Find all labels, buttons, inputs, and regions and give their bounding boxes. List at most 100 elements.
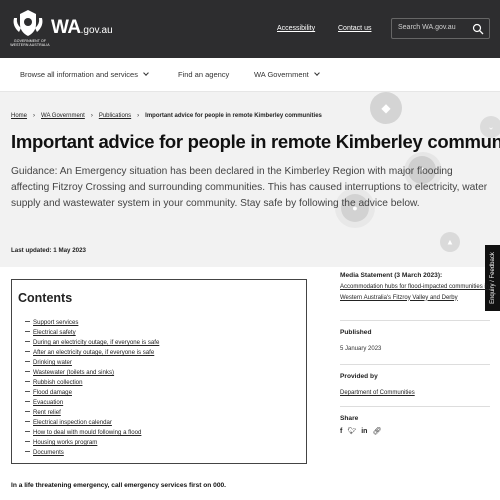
dash-icon: [25, 371, 30, 372]
list-item: Wastewater (toilets and sinks): [25, 368, 159, 378]
list-item: During an electricity outage, if everyon…: [25, 338, 159, 348]
dash-icon: [25, 391, 30, 392]
toc-link[interactable]: During an electricity outage, if everyon…: [33, 339, 159, 346]
toc-link[interactable]: Housing works program: [33, 439, 97, 446]
dash-icon: [25, 451, 30, 452]
last-updated: Last updated: 1 May 2023: [11, 247, 86, 254]
wa-government-crest-logo[interactable]: GOVERNMENT OF WESTERN AUSTRALIA: [10, 8, 50, 48]
chevron-down-icon: [313, 70, 320, 76]
dash-icon: [25, 321, 30, 322]
published-date: 5 January 2023: [340, 346, 382, 352]
twitter-icon[interactable]: 🐦︎: [347, 428, 356, 435]
toc-link[interactable]: Wastewater (toilets and sinks): [33, 369, 114, 376]
toc-link[interactable]: Rubbish collection: [33, 379, 82, 386]
crest-icon: [13, 10, 43, 36]
nav-wa-government-label: WA Government: [254, 70, 309, 79]
toc-link[interactable]: Electrical safety: [33, 329, 76, 336]
nav-find-agency[interactable]: Find an agency: [178, 70, 229, 79]
provided-by-link[interactable]: Department of Communities: [340, 388, 490, 399]
nav-find-agency-label: Find an agency: [178, 70, 230, 79]
facebook-icon[interactable]: f: [340, 428, 342, 435]
list-item: Documents: [25, 448, 159, 458]
breadcrumb-separator: ›: [90, 113, 93, 119]
provided-by-block: Provided by Department of Communities: [340, 373, 490, 399]
divider: [340, 320, 490, 321]
list-item: Electrical safety: [25, 328, 159, 338]
emergency-notice: In a life threatening emergency, call em…: [11, 482, 227, 489]
decorative-layers-icon: ◆: [370, 92, 402, 124]
dash-icon: [25, 421, 30, 422]
nav-wa-government[interactable]: WA Government: [254, 70, 320, 79]
dash-icon: [25, 401, 30, 402]
toc-link[interactable]: Evacuation: [33, 399, 63, 406]
breadcrumb: Home › WA Government › Publications › Importan…: [11, 113, 322, 119]
dash-icon: [25, 351, 30, 352]
site-header: GOVERNMENT OF WESTERN AUSTRALIA WA.gov.a…: [0, 0, 500, 58]
page-intro: Guidance: An Emergency situation has bee…: [11, 166, 488, 209]
provided-by-heading: Provided by: [340, 373, 378, 380]
dash-icon: [25, 441, 30, 442]
media-statement-block: Media Statement (3 March 2023): Accommod…: [340, 272, 490, 303]
toc-link[interactable]: Flood damage: [33, 389, 72, 396]
page-title: Important advice for people in remote Ki…: [11, 131, 500, 152]
breadcrumb-wa-government[interactable]: WA Government: [41, 113, 85, 119]
media-statement-link[interactable]: Accommodation hubs for flood-impacted co…: [340, 282, 490, 303]
toc-link[interactable]: How to deal with mould following a flood: [33, 429, 141, 436]
divider: [340, 406, 490, 407]
brand-domain: .gov.au: [80, 25, 113, 36]
dash-icon: [25, 361, 30, 362]
list-item: Rent relief: [25, 408, 159, 418]
published-block: Published 5 January 2023: [340, 329, 490, 352]
link-icon[interactable]: 🔗︎: [372, 428, 381, 435]
linkedin-icon[interactable]: in: [361, 428, 367, 435]
main-navigation: Browse all information and services Find…: [0, 58, 500, 92]
dash-icon: [25, 431, 30, 432]
accessibility-link[interactable]: Accessibility: [277, 25, 315, 32]
dash-icon: [25, 341, 30, 342]
share-block: Share: [340, 415, 490, 422]
breadcrumb-home[interactable]: Home: [11, 113, 27, 119]
toc-link[interactable]: After an electricity outage, if everyone…: [33, 349, 154, 356]
toc-link[interactable]: Electrical inspection calendar: [33, 419, 112, 426]
share-heading: Share: [340, 415, 359, 422]
brand-main: WA: [51, 17, 81, 38]
contents-heading: Contents: [18, 291, 73, 305]
media-statement-heading: Media Statement (3 March 2023):: [340, 272, 443, 279]
breadcrumb-separator: ›: [137, 113, 140, 119]
table-of-contents: Contents Support services Electrical saf…: [11, 279, 307, 464]
dash-icon: [25, 411, 30, 412]
list-item: Drinking water: [25, 358, 159, 368]
list-item: Evacuation: [25, 398, 159, 408]
contact-us-link[interactable]: Contact us: [338, 25, 371, 32]
list-item: How to deal with mould following a flood: [25, 428, 159, 438]
nav-browse-all-label: Browse all information and services: [20, 70, 138, 79]
list-item: After an electricity outage, if everyone…: [25, 348, 159, 358]
decorative-up-icon: ▲: [440, 232, 460, 252]
toc-link[interactable]: Documents: [33, 449, 64, 456]
list-item: Flood damage: [25, 388, 159, 398]
published-heading: Published: [340, 329, 372, 336]
toc-link[interactable]: Rent relief: [33, 409, 61, 416]
feedback-label: Enquiry / Feedback: [489, 252, 496, 304]
share-icons: f 🐦︎ in 🔗︎: [340, 427, 386, 435]
list-item: Housing works program: [25, 438, 159, 448]
breadcrumb-publications[interactable]: Publications: [99, 113, 131, 119]
search-input[interactable]: Search WA.gov.au: [391, 18, 490, 39]
site-brand[interactable]: WA.gov.au: [51, 17, 113, 39]
search-icon[interactable]: [472, 23, 484, 35]
list-item: Electrical inspection calendar: [25, 418, 159, 428]
list-item: Rubbish collection: [25, 378, 159, 388]
toc-link[interactable]: Drinking water: [33, 359, 72, 366]
breadcrumb-separator: ›: [33, 113, 36, 119]
toc-link[interactable]: Support services: [33, 319, 78, 326]
nav-browse-all[interactable]: Browse all information and services: [20, 70, 149, 79]
dash-icon: [25, 381, 30, 382]
list-item: Support services: [25, 318, 159, 328]
dash-icon: [25, 331, 30, 332]
page-hero: ◆ ⌄ ● ● ▲ Home › WA Government › Publication…: [0, 92, 500, 267]
search-placeholder: Search WA.gov.au: [398, 24, 456, 31]
chevron-down-icon: [143, 70, 149, 76]
contents-list: Support services Electrical safety Durin…: [25, 318, 159, 458]
divider: [340, 364, 490, 365]
breadcrumb-current: Important advice for people in remote Ki…: [145, 113, 322, 119]
